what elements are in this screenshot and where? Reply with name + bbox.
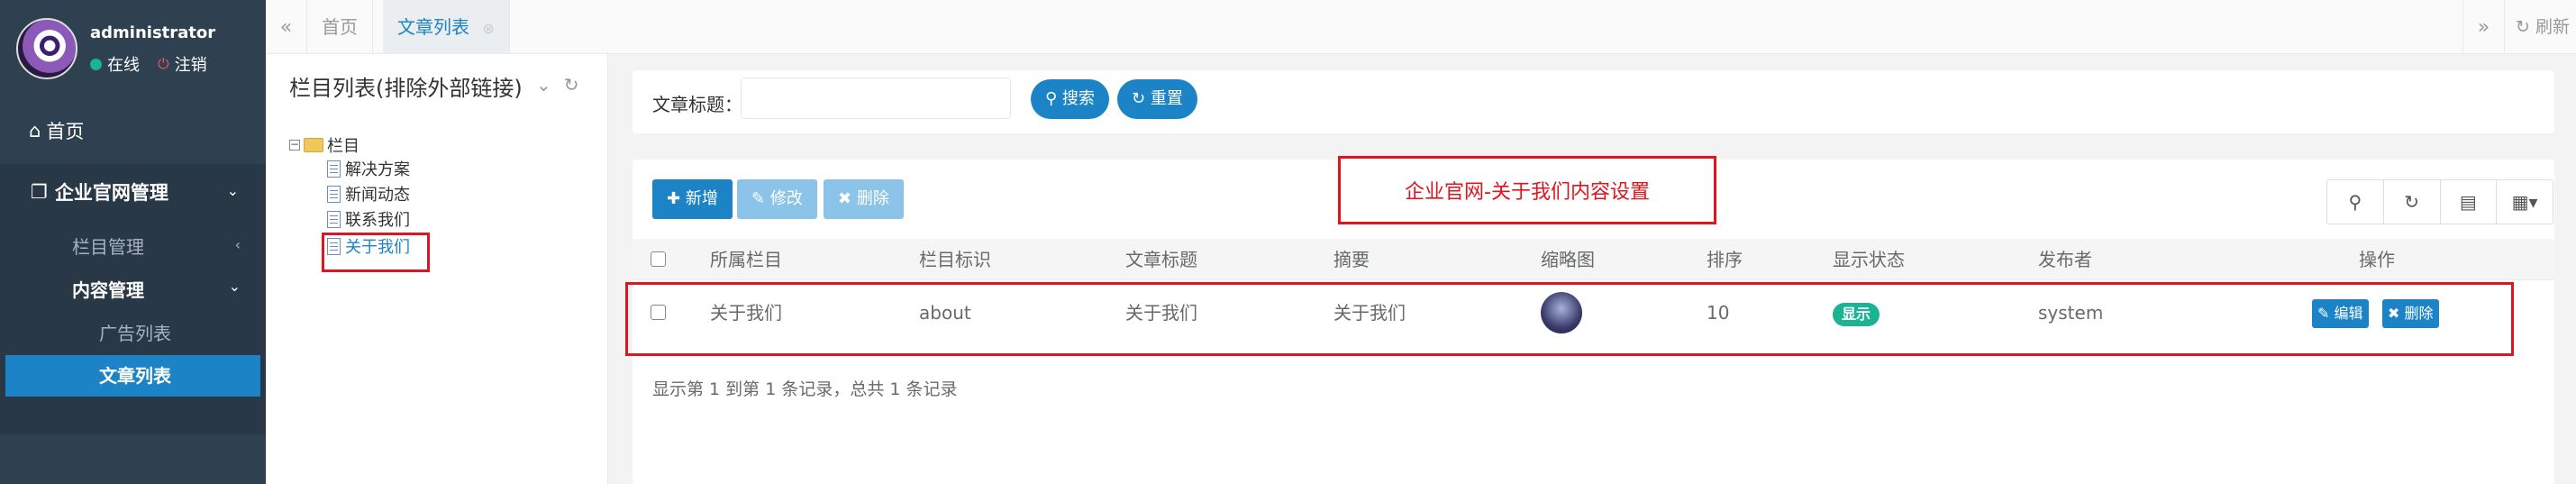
- edit-button-label: 修改: [769, 189, 803, 208]
- home-icon: ⌂: [29, 120, 41, 142]
- search-button[interactable]: ⚲ 搜索: [1031, 79, 1109, 119]
- column-header[interactable]: 文章标题: [1125, 239, 1197, 280]
- user-status: 在线 ⏻ 注销: [90, 52, 207, 76]
- tree-node-contact[interactable]: 联系我们: [327, 207, 410, 231]
- column-header[interactable]: 所属栏目: [710, 239, 782, 280]
- chevron-down-icon: ⌄: [228, 278, 241, 295]
- reset-button[interactable]: ↻ 重置: [1117, 79, 1197, 119]
- sidebar-group-title[interactable]: ❐ 企业官网管理: [31, 178, 168, 205]
- add-button[interactable]: ✚ 新增: [652, 179, 733, 219]
- search-icon: ⚲: [1045, 89, 1058, 108]
- tab-article-list[interactable]: 文章列表 ⊗: [383, 0, 510, 54]
- tree-node-solutions[interactable]: 解决方案: [327, 157, 410, 180]
- tree-root[interactable]: − 栏目: [289, 133, 360, 157]
- column-header[interactable]: 发布者: [2038, 239, 2092, 280]
- search-input[interactable]: [741, 78, 1011, 119]
- close-icon[interactable]: ⊗: [482, 20, 494, 37]
- chevron-down-icon[interactable]: ⌄: [536, 74, 551, 96]
- tab-article-list-label: 文章列表: [397, 16, 469, 38]
- refresh-label: 刷新: [2535, 17, 2570, 37]
- sidebar: administrator 在线 ⏻ 注销 ⌂ 首页 ❐ 企业官网管理 ⌄ 栏目…: [0, 0, 266, 484]
- export-grid-icon[interactable]: ▦▾: [2497, 180, 2553, 224]
- username[interactable]: administrator: [90, 23, 215, 42]
- logout-icon[interactable]: ⏻: [158, 55, 169, 73]
- avatar[interactable]: [16, 18, 77, 79]
- column-header: 操作: [2359, 249, 2395, 270]
- sidebar-item-home-label: 首页: [46, 121, 85, 142]
- online-dot-icon: [90, 58, 102, 70]
- category-panel-title: 栏目列表(排除外部链接): [289, 76, 523, 101]
- category-panel: 栏目列表(排除外部链接) ⌄ ↻ − 栏目 解决方案 新闻动态 联系我们 关于我…: [266, 54, 608, 484]
- search-icon[interactable]: ⚲: [2327, 180, 2384, 224]
- delete-button-label: 删除: [856, 189, 889, 208]
- tree-root-label: 栏目: [327, 137, 360, 156]
- tabs-scroll-left-icon[interactable]: «: [266, 0, 307, 54]
- edit-icon: ✎: [751, 189, 766, 208]
- refresh-icon: ↻: [1132, 89, 1146, 108]
- row-highlight-box: [625, 282, 2514, 356]
- search-panel: 文章标题： ⚲ 搜索 ↻ 重置: [633, 70, 2554, 133]
- tab-bar: « 首页 文章列表 ⊗ » ↻ 刷新: [266, 0, 2576, 54]
- delete-button[interactable]: ✖ 删除: [824, 179, 904, 219]
- folder-icon: [304, 138, 323, 152]
- category-tools: ⌄ ↻: [536, 74, 579, 96]
- column-header[interactable]: 摘要: [1334, 239, 1370, 280]
- file-icon: [327, 160, 341, 178]
- column-header[interactable]: 栏目标识: [919, 239, 991, 280]
- table-tools: ⚲ ↻ ▤ ▦▾: [2326, 179, 2553, 224]
- annotation-box: 企业官网-关于我们内容设置: [1338, 156, 1716, 224]
- file-icon: [327, 185, 341, 203]
- tabs-scroll-right-icon[interactable]: »: [2462, 0, 2504, 54]
- refresh-icon[interactable]: ↻: [564, 74, 579, 96]
- file-icon: [327, 210, 341, 228]
- sidebar-group-enterprise: ❐ 企业官网管理 ⌄ 栏目管理 ‹ 内容管理 ⌄ 广告列表 文章列表: [0, 164, 266, 434]
- logout-link[interactable]: 注销: [175, 52, 207, 76]
- add-button-label: 新增: [685, 189, 718, 208]
- tree-node-label: 新闻动态: [345, 186, 410, 205]
- column-header[interactable]: 显示状态: [1833, 239, 1905, 280]
- select-all-checkbox[interactable]: [651, 251, 666, 267]
- table-panel: ✚ 新增 ✎ 修改 ✖ 删除 企业官网-关于我们内容设置 ⚲ ↻ ▤ ▦▾ 所属…: [625, 156, 2554, 484]
- refresh-icon[interactable]: ↻: [2384, 180, 2441, 224]
- refresh-icon: ↻: [2516, 17, 2530, 37]
- columns-icon[interactable]: ▤: [2441, 180, 2498, 224]
- tree-node-label: 联系我们: [345, 211, 410, 230]
- chevron-down-icon: ⌄: [226, 182, 239, 199]
- edit-button[interactable]: ✎ 修改: [737, 179, 817, 219]
- search-button-label: 搜索: [1061, 89, 1095, 108]
- sidebar-group-label: 企业官网管理: [54, 182, 168, 204]
- times-icon: ✖: [838, 189, 852, 208]
- sidebar-item-article-list[interactable]: 文章列表: [5, 355, 260, 397]
- reset-button-label: 重置: [1150, 89, 1183, 108]
- online-label: 在线: [107, 56, 140, 75]
- pagination-info: 显示第 1 到第 1 条记录，总共 1 条记录: [652, 379, 958, 399]
- search-label: 文章标题：: [652, 94, 742, 115]
- selection-highlight-box: [322, 233, 430, 272]
- chevron-left-icon: ‹: [234, 236, 241, 253]
- user-profile: administrator 在线 ⏻ 注销: [0, 0, 266, 87]
- plus-icon: ✚: [667, 189, 681, 208]
- sidebar-item-content-manage[interactable]: 内容管理: [72, 276, 144, 302]
- sidebar-item-ad-list[interactable]: 广告列表: [99, 319, 171, 345]
- tab-home[interactable]: 首页: [307, 0, 373, 54]
- tree-node-label: 解决方案: [345, 160, 410, 179]
- column-header[interactable]: 排序: [1707, 239, 1743, 280]
- tree-node-news[interactable]: 新闻动态: [327, 182, 410, 205]
- sidebar-item-column-manage[interactable]: 栏目管理: [72, 233, 144, 259]
- sidebar-item-home[interactable]: ⌂ 首页: [29, 117, 84, 144]
- collapse-icon[interactable]: −: [289, 139, 300, 151]
- annotation-text: 企业官网-关于我们内容设置: [1405, 181, 1650, 204]
- copy-icon: ❐: [31, 181, 48, 203]
- table-header: 所属栏目 栏目标识 文章标题 摘要 缩略图 排序 显示状态 发布者 操作: [633, 239, 2554, 280]
- column-header[interactable]: 缩略图: [1541, 239, 1595, 280]
- refresh-tab-button[interactable]: ↻ 刷新: [2504, 0, 2576, 54]
- tab-home-label: 首页: [322, 16, 358, 38]
